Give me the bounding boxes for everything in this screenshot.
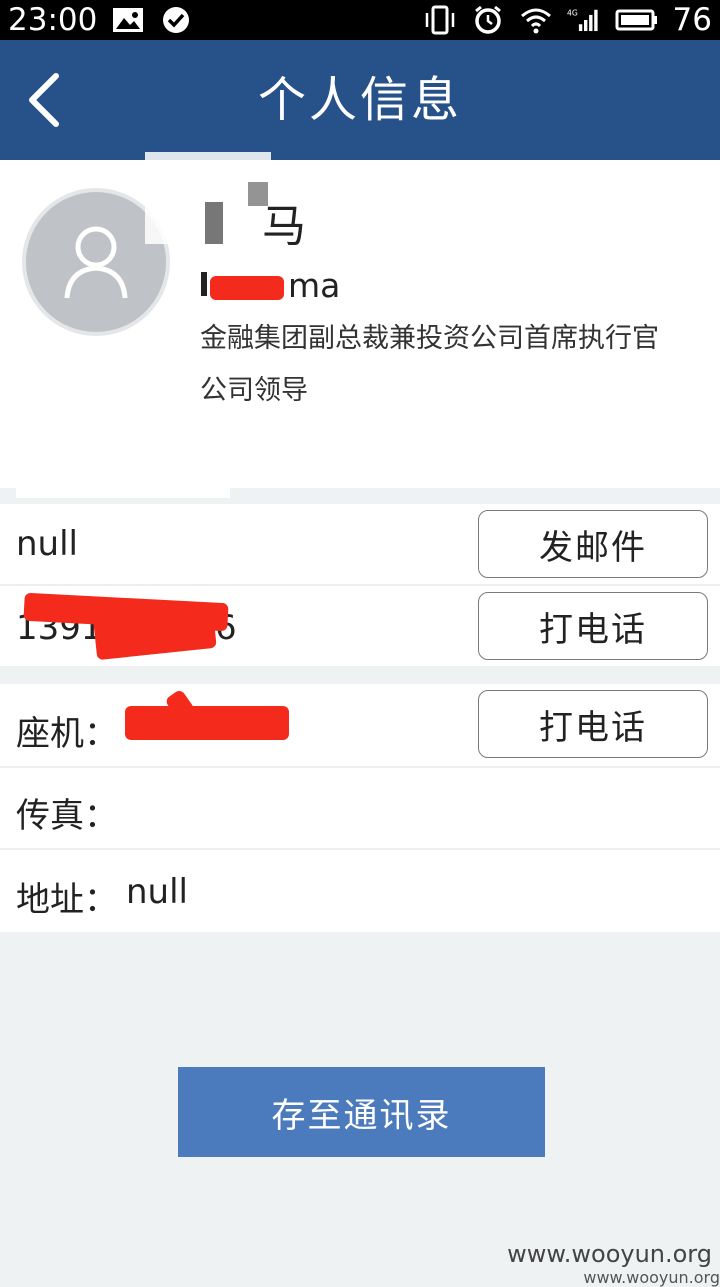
page-title: 个人信息	[257, 72, 462, 128]
save-to-contacts-button[interactable]: 存至通讯录	[178, 1067, 545, 1157]
fax-row: 传真：	[0, 768, 720, 848]
app-header: 个人信息	[0, 40, 720, 160]
username-char-stub	[201, 272, 207, 296]
image-icon	[113, 8, 144, 32]
battery-icon	[615, 9, 657, 31]
alarm-icon	[474, 5, 501, 34]
address-row: 地址： null	[0, 850, 720, 932]
battery-level: 76	[672, 2, 712, 38]
landline-row: 座机： 打电话	[0, 684, 720, 766]
address-value: null	[126, 872, 188, 912]
fax-label: 传真：	[16, 796, 118, 836]
profile-department: 公司领导	[200, 375, 308, 406]
call-mobile-button[interactable]: 打电话	[478, 592, 708, 660]
status-bar: 23:00 4G 76	[0, 0, 720, 40]
email-row: null 发邮件	[0, 504, 720, 584]
profile-job-title: 金融集团副总裁兼投资公司首席执行官	[200, 323, 659, 354]
wifi-icon	[520, 8, 551, 34]
signal-icon: 4G	[567, 9, 598, 32]
name-obscured-block	[205, 202, 223, 244]
svg-text:4G: 4G	[567, 9, 578, 18]
call-landline-button[interactable]: 打电话	[478, 690, 708, 758]
status-time: 23:00	[8, 2, 98, 38]
watermark: www.wooyun.org	[507, 1240, 712, 1268]
profile-blur	[16, 460, 230, 498]
vibrate-icon	[425, 5, 454, 35]
landline-label: 座机：	[16, 714, 118, 754]
profile-name: 马	[262, 201, 306, 252]
mobile-row: 1391 6 打电话	[0, 586, 720, 666]
profile-username: ma	[288, 266, 341, 305]
send-email-button[interactable]: 发邮件	[478, 510, 708, 578]
address-label: 地址：	[16, 880, 118, 920]
email-value: null	[16, 524, 78, 564]
user-icon	[64, 226, 128, 299]
watermark-small: www.wooyun.org	[583, 1268, 720, 1287]
redaction-mark	[125, 706, 289, 740]
redaction-mark	[210, 276, 284, 300]
profile-card: 马 ma 金融集团副总裁兼投资公司首席执行官 公司领导	[0, 152, 720, 498]
check-circle-icon	[163, 7, 190, 33]
